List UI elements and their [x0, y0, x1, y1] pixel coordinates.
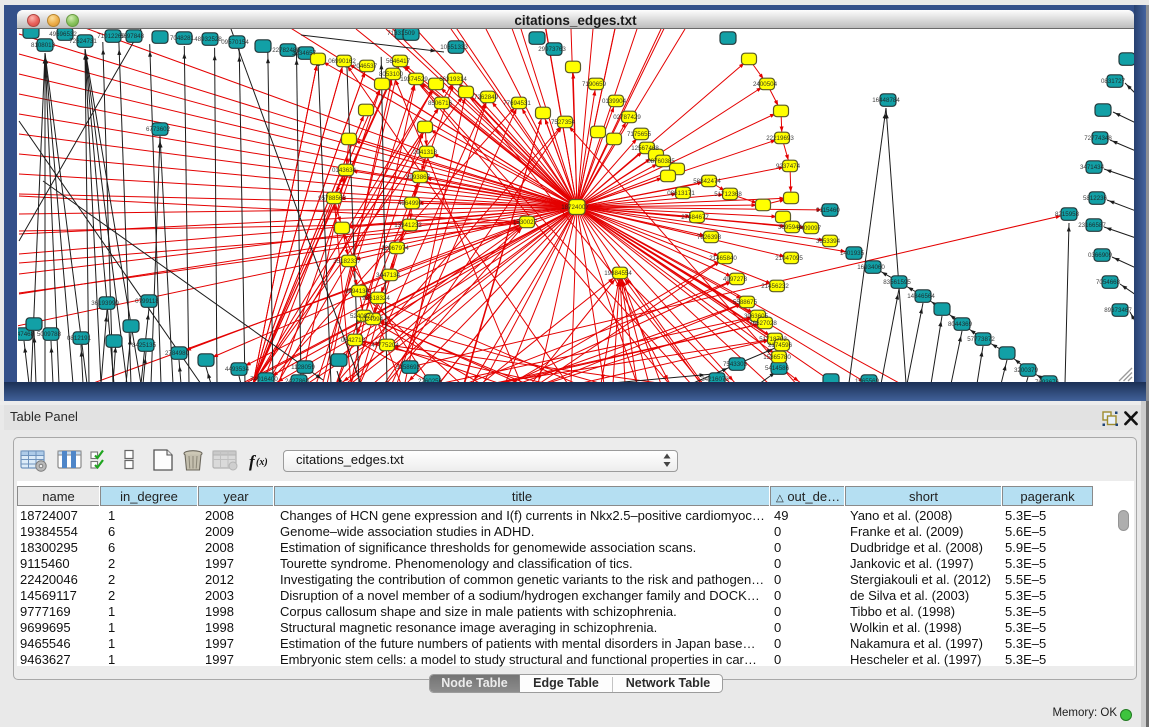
svg-text:16448784: 16448784 — [872, 97, 900, 104]
svg-text:2260256: 2260256 — [418, 378, 443, 382]
svg-text:3471434: 3471434 — [1080, 164, 1105, 171]
svg-text:36193990: 36193990 — [91, 300, 119, 307]
svg-text:4997278: 4997278 — [723, 276, 748, 283]
svg-text:8425135: 8425135 — [132, 342, 157, 349]
svg-text:95788568: 95788568 — [318, 195, 346, 202]
svg-text:9237474: 9237474 — [776, 163, 801, 170]
svg-text:2941318: 2941318 — [413, 149, 438, 156]
svg-text:21465840: 21465840 — [709, 255, 737, 262]
svg-text:02787429: 02787429 — [613, 114, 641, 121]
svg-text:(x): (x) — [256, 457, 268, 468]
svg-text:5414586: 5414586 — [765, 365, 790, 372]
svg-text:51712368: 51712368 — [714, 191, 742, 198]
svg-text:1965569: 1965569 — [855, 378, 880, 382]
svg-text:18724007: 18724007 — [561, 204, 589, 211]
svg-text:3200379: 3200379 — [1014, 367, 1039, 374]
svg-text:0831727: 0831727 — [1101, 78, 1126, 85]
svg-text:7054668: 7054668 — [1096, 279, 1121, 286]
svg-text:83561595: 83561595 — [883, 279, 911, 286]
svg-text:14846564: 14846564 — [907, 293, 935, 300]
svg-text:19374529: 19374529 — [400, 76, 428, 83]
svg-text:09570154: 09570154 — [221, 39, 249, 46]
svg-text:3963605: 3963605 — [744, 313, 769, 320]
svg-text:3834657: 3834657 — [292, 50, 317, 57]
svg-text:2046537: 2046537 — [353, 63, 378, 70]
svg-text:9993867: 9993867 — [406, 174, 431, 181]
svg-text:8044369: 8044369 — [948, 321, 973, 328]
svg-text:19384554: 19384554 — [604, 270, 632, 277]
svg-text:12567468: 12567468 — [631, 145, 659, 152]
svg-text:71331509: 71331509 — [387, 30, 415, 37]
svg-text:0143634: 0143634 — [332, 167, 357, 174]
svg-text:9115460: 9115460 — [816, 207, 840, 214]
svg-text:7826398: 7826398 — [697, 234, 722, 241]
svg-text:0812191: 0812191 — [67, 335, 92, 342]
svg-text:66319314: 66319314 — [439, 76, 467, 83]
svg-text:08613171: 08613171 — [667, 190, 695, 197]
svg-text:7262849: 7262849 — [474, 94, 499, 101]
svg-text:0139904: 0139904 — [602, 98, 627, 105]
svg-text:5812236: 5812236 — [1083, 195, 1108, 202]
svg-text:72624731: 72624731 — [69, 38, 97, 45]
svg-text:2427868: 2427868 — [285, 378, 310, 382]
svg-text:47775204: 47775204 — [371, 342, 399, 349]
svg-text:3158692: 3158692 — [396, 364, 421, 371]
svg-text:35182337: 35182337 — [333, 258, 361, 265]
svg-text:72774348: 72774348 — [1084, 135, 1112, 142]
svg-text:7543303: 7543303 — [723, 361, 748, 368]
svg-text:3447134: 3447134 — [376, 272, 401, 279]
svg-text:13341232: 13341232 — [394, 222, 422, 229]
svg-text:77694531: 77694531 — [503, 100, 531, 107]
svg-text:0799118: 0799118 — [135, 298, 159, 305]
svg-text:3953394: 3953394 — [816, 238, 841, 245]
svg-text:2784980: 2784980 — [165, 350, 190, 357]
svg-text:1128059: 1128059 — [291, 364, 315, 371]
svg-text:6409097: 6409097 — [797, 225, 822, 232]
svg-text:4964990: 4964990 — [398, 200, 423, 207]
svg-text:5646417: 5646417 — [386, 58, 411, 65]
svg-text:7693676: 7693676 — [1035, 379, 1060, 382]
svg-text:76627028: 76627028 — [749, 320, 777, 327]
svg-text:4493534: 4493534 — [225, 366, 250, 373]
svg-text:89373467: 89373467 — [1104, 307, 1132, 314]
svg-text:0366909: 0366909 — [1088, 252, 1113, 259]
svg-text:34216073: 34216073 — [701, 376, 729, 382]
svg-text:8108013: 8108013 — [31, 42, 56, 49]
svg-text:2400504: 2400504 — [753, 81, 778, 88]
svg-text:10651333: 10651333 — [440, 44, 468, 51]
svg-text:16934060: 16934060 — [857, 264, 885, 271]
svg-text:58842474: 58842474 — [693, 178, 721, 185]
svg-text:23166587: 23166587 — [1078, 222, 1106, 229]
svg-text:0842710: 0842710 — [341, 337, 366, 344]
svg-text:12067974: 12067974 — [381, 245, 409, 252]
svg-text:1530027: 1530027 — [513, 219, 538, 226]
svg-text:1024994: 1024994 — [359, 316, 384, 323]
svg-text:93618324: 93618324 — [362, 295, 390, 302]
svg-text:8506716: 8506716 — [428, 100, 453, 107]
svg-text:7190659: 7190659 — [582, 81, 607, 88]
svg-text:27484677: 27484677 — [681, 214, 709, 221]
svg-text:2174596: 2174596 — [768, 342, 793, 349]
svg-text:8215958: 8215958 — [1055, 211, 1080, 218]
svg-text:9894134: 9894134 — [345, 288, 370, 295]
svg-text:74016400: 74016400 — [250, 376, 278, 382]
svg-text:7527354: 7527354 — [551, 119, 576, 126]
svg-text:21456232: 21456232 — [761, 283, 789, 290]
svg-text:7175655: 7175655 — [627, 131, 652, 138]
svg-text:6697848: 6697848 — [120, 33, 145, 40]
svg-text:29973763: 29973763 — [538, 46, 566, 53]
svg-text:0647468: 0647468 — [18, 331, 35, 338]
svg-text:48932528: 48932528 — [194, 36, 222, 43]
svg-text:1401935: 1401935 — [840, 250, 865, 257]
svg-text:5588675: 5588675 — [733, 299, 758, 306]
svg-text:57773872: 57773872 — [967, 336, 995, 343]
svg-text:7048281: 7048281 — [170, 35, 195, 42]
svg-text:5009788: 5009788 — [37, 331, 62, 338]
svg-text:21047095: 21047095 — [775, 255, 803, 262]
svg-text:15865780: 15865780 — [763, 354, 791, 361]
svg-text:22219693: 22219693 — [766, 135, 794, 142]
svg-text:6773602: 6773602 — [146, 126, 171, 133]
svg-text:49696532: 49696532 — [49, 31, 77, 38]
svg-text:08760385: 08760385 — [647, 158, 675, 165]
